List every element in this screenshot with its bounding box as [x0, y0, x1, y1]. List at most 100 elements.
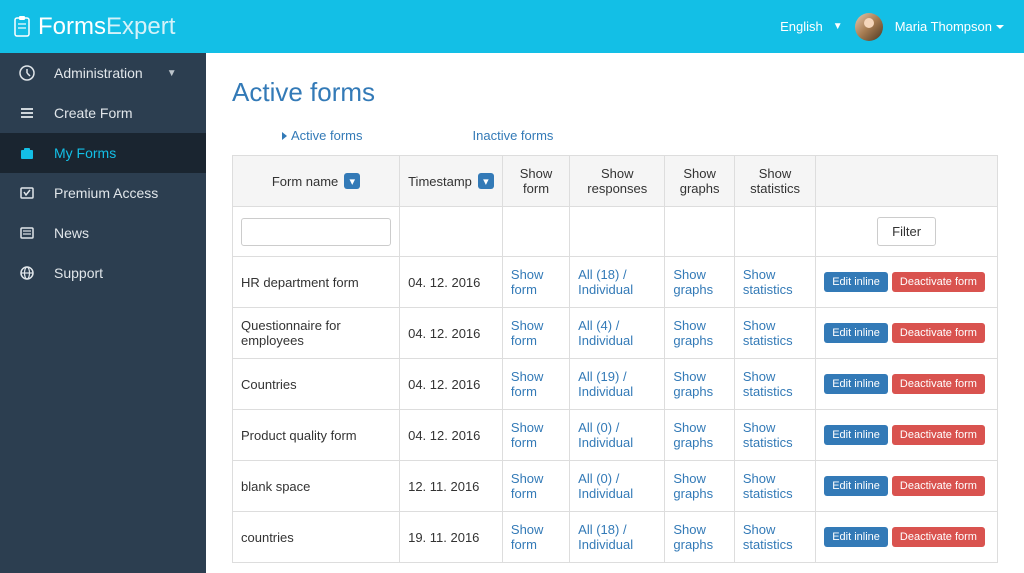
edit-inline-button[interactable]: Edit inline: [824, 527, 888, 547]
edit-inline-button[interactable]: Edit inline: [824, 374, 888, 394]
deactivate-form-button[interactable]: Deactivate form: [892, 272, 985, 292]
th-label-text: Show responses: [587, 166, 647, 196]
show-statistics-link[interactable]: Show statistics: [743, 318, 793, 348]
th-timestamp: Timestamp ▾: [400, 156, 503, 207]
deactivate-form-button[interactable]: Deactivate form: [892, 425, 985, 445]
show-form-link[interactable]: Show form: [511, 471, 544, 501]
th-label-text: Form name: [272, 174, 338, 189]
th-label-text: Show form: [520, 166, 553, 196]
show-graphs-link[interactable]: Show graphs: [673, 369, 713, 399]
cell-form-name: Product quality form: [233, 410, 400, 461]
show-graphs-link[interactable]: Show graphs: [673, 420, 713, 450]
show-statistics-link[interactable]: Show statistics: [743, 471, 793, 501]
table-row: HR department form04. 12. 2016 Show form A…: [233, 257, 998, 308]
show-form-link[interactable]: Show form: [511, 318, 544, 348]
language-select[interactable]: English ▼: [780, 19, 843, 34]
sidebar-item-create-form[interactable]: Create Form: [0, 93, 206, 133]
language-label: English: [780, 19, 823, 34]
cell-timestamp: 12. 11. 2016: [400, 461, 503, 512]
show-graphs-link[interactable]: Show graphs: [673, 471, 713, 501]
deactivate-form-button[interactable]: Deactivate form: [892, 476, 985, 496]
user-name: Maria Thompson: [895, 19, 992, 34]
th-show-form: Show form: [502, 156, 569, 207]
edit-inline-button[interactable]: Edit inline: [824, 425, 888, 445]
th-show-statistics: Show statistics: [734, 156, 815, 207]
show-statistics-link[interactable]: Show statistics: [743, 522, 793, 552]
caret-down-icon: ▼: [167, 68, 177, 79]
show-responses-link[interactable]: All (19) / Individual: [578, 369, 633, 399]
forms-table: Form name ▾ Timestamp ▾ Show form Show r…: [232, 155, 998, 563]
show-form-link[interactable]: Show form: [511, 522, 544, 552]
cell-form-name: Countries: [233, 359, 400, 410]
sidebar-item-label: Administration: [54, 65, 143, 81]
table-row: Countries04. 12. 2016Show formAll (19) /…: [233, 359, 998, 410]
th-label-text: Show graphs: [680, 166, 720, 196]
header-row: Form name ▾ Timestamp ▾ Show form Show r…: [233, 156, 998, 207]
pager: 1-6 / 6 items: [232, 563, 998, 573]
avatar[interactable]: [855, 13, 883, 41]
cell-timestamp: 04. 12. 2016: [400, 410, 503, 461]
show-responses-link[interactable]: All (0) / Individual: [578, 471, 633, 501]
show-responses-link[interactable]: All (18) / Individual: [578, 522, 633, 552]
tab-active-forms[interactable]: Active forms: [282, 128, 363, 143]
tab-label: Active forms: [291, 128, 363, 143]
clipboard-icon: [12, 16, 32, 38]
sidebar-item-label: Premium Access: [54, 185, 158, 201]
show-statistics-link[interactable]: Show statistics: [743, 369, 793, 399]
tab-inactive-forms[interactable]: Inactive forms: [473, 128, 554, 143]
th-label-text: Timestamp: [408, 174, 472, 189]
tabset: Active forms Inactive forms: [232, 128, 998, 143]
sidebar-icon: [18, 185, 36, 201]
cell-form-name: HR department form: [233, 257, 400, 308]
chevron-down-icon: ▼: [833, 21, 843, 32]
sidebar-item-premium-access[interactable]: Premium Access: [0, 173, 206, 213]
show-statistics-link[interactable]: Show statistics: [743, 420, 793, 450]
show-form-link[interactable]: Show form: [511, 420, 544, 450]
user-menu[interactable]: Maria Thompson: [895, 19, 1004, 34]
show-statistics-link[interactable]: Show statistics: [743, 267, 793, 297]
show-graphs-link[interactable]: Show graphs: [673, 267, 713, 297]
cell-form-name: countries: [233, 512, 400, 563]
brand[interactable]: FormsExpert: [12, 13, 175, 41]
show-form-link[interactable]: Show form: [511, 369, 544, 399]
triangle-right-icon: [282, 132, 287, 140]
sort-button[interactable]: ▾: [344, 173, 360, 189]
tab-label: Inactive forms: [473, 128, 554, 143]
brand-text-1: Forms: [38, 13, 106, 40]
sidebar-icon: [18, 265, 36, 281]
th-actions: [816, 156, 998, 207]
sidebar-icon: [18, 225, 36, 241]
sidebar-item-my-forms[interactable]: My Forms: [0, 133, 206, 173]
sidebar-item-news[interactable]: News: [0, 213, 206, 253]
sort-button[interactable]: ▾: [478, 173, 494, 189]
cell-timestamp: 19. 11. 2016: [400, 512, 503, 563]
show-responses-link[interactable]: All (18) / Individual: [578, 267, 633, 297]
edit-inline-button[interactable]: Edit inline: [824, 476, 888, 496]
sidebar-item-label: Support: [54, 265, 103, 281]
sidebar-item-support[interactable]: Support: [0, 253, 206, 293]
deactivate-form-button[interactable]: Deactivate form: [892, 527, 985, 547]
edit-inline-button[interactable]: Edit inline: [824, 323, 888, 343]
filter-row: Filter: [233, 207, 998, 257]
filter-input-name[interactable]: [241, 218, 391, 246]
deactivate-form-button[interactable]: Deactivate form: [892, 323, 985, 343]
show-graphs-link[interactable]: Show graphs: [673, 522, 713, 552]
show-responses-link[interactable]: All (4) / Individual: [578, 318, 633, 348]
table-row: countries19. 11. 2016 Show form All (18) /…: [233, 512, 998, 563]
sidebar-icon: [18, 65, 36, 81]
deactivate-form-button[interactable]: Deactivate form: [892, 374, 985, 394]
filter-button[interactable]: Filter: [877, 217, 936, 246]
show-graphs-link[interactable]: Show graphs: [673, 318, 713, 348]
sidebar-icon: [18, 105, 36, 121]
sidebar-item-administration[interactable]: Administration ▼: [0, 53, 206, 93]
cell-form-name: blank space: [233, 461, 400, 512]
edit-inline-button[interactable]: Edit inline: [824, 272, 888, 292]
page-title: Active forms: [232, 77, 998, 108]
table-row: Product quality form04. 12. 2016 Show for…: [233, 410, 998, 461]
cell-timestamp: 04. 12. 2016: [400, 257, 503, 308]
show-form-link[interactable]: Show form: [511, 267, 544, 297]
show-responses-link[interactable]: All (0) / Individual: [578, 420, 633, 450]
caret-down-icon: [996, 25, 1004, 29]
topbar: FormsExpert English ▼ Maria Thompson: [0, 0, 1024, 53]
sidebar: Administration ▼ Create FormMy Forms Premiu…: [0, 53, 206, 573]
